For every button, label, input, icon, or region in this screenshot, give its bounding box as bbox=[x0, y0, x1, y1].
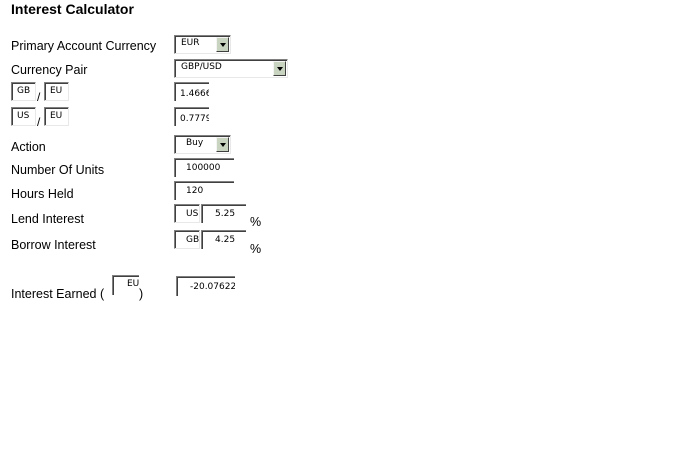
action-label: Action bbox=[11, 140, 46, 154]
lend-percent-sign: % bbox=[250, 215, 262, 229]
earned-currency-field[interactable]: EU bbox=[112, 275, 139, 295]
action-select[interactable]: Buy bbox=[174, 135, 231, 154]
lend-interest-label: Lend Interest bbox=[11, 212, 84, 226]
chevron-down-icon[interactable] bbox=[216, 37, 229, 52]
borrow-percent-sign: % bbox=[250, 242, 262, 256]
units-value: 100000 bbox=[186, 163, 221, 173]
rate2-base-currency-value: US bbox=[17, 111, 30, 121]
lend-rate-value: 5.25 bbox=[215, 209, 236, 219]
rate1-base-currency-field[interactable]: GB bbox=[11, 82, 36, 101]
rate1-value: 1.4666 bbox=[180, 89, 209, 99]
borrow-interest-label: Borrow Interest bbox=[11, 238, 96, 252]
borrow-currency-value: GB bbox=[186, 235, 200, 245]
lend-rate-input[interactable]: 5.25 bbox=[201, 204, 246, 223]
rate2-value: 0.7779 bbox=[180, 114, 209, 124]
rate2-base-currency-field[interactable]: US bbox=[11, 107, 36, 126]
earned-currency-value: EU bbox=[127, 279, 139, 289]
interest-earned-value: -20.07622 bbox=[190, 282, 235, 292]
primary-currency-select[interactable]: EUR bbox=[174, 35, 231, 54]
action-value: Buy bbox=[186, 138, 204, 148]
rate2-quote-currency-field[interactable]: EU bbox=[44, 107, 69, 126]
rate1-quote-currency-value: EU bbox=[50, 86, 63, 96]
page-title: Interest Calculator bbox=[11, 1, 134, 17]
chevron-down-icon[interactable] bbox=[273, 61, 286, 76]
rate2-value-field[interactable]: 0.7779 bbox=[174, 107, 209, 126]
hours-value: 120 bbox=[186, 186, 204, 196]
primary-currency-value: EUR bbox=[181, 38, 200, 48]
lend-currency-field[interactable]: US bbox=[174, 204, 200, 223]
units-label: Number Of Units bbox=[11, 163, 105, 177]
lend-currency-value: US bbox=[186, 209, 199, 219]
currency-pair-value: GBP/USD bbox=[181, 62, 222, 72]
rate1-separator: / bbox=[37, 90, 41, 104]
units-input[interactable]: 100000 bbox=[174, 158, 234, 177]
chevron-down-icon[interactable] bbox=[216, 137, 229, 152]
interest-earned-close-paren: ) bbox=[139, 287, 144, 301]
primary-currency-label: Primary Account Currency bbox=[11, 39, 157, 53]
interest-earned-label: Interest Earned ( bbox=[11, 287, 105, 301]
rate2-separator: / bbox=[37, 115, 41, 129]
interest-earned-output[interactable]: -20.07622 bbox=[176, 276, 235, 296]
borrow-rate-input[interactable]: 4.25 bbox=[201, 230, 246, 249]
hours-input[interactable]: 120 bbox=[174, 181, 234, 200]
borrow-currency-field[interactable]: GB bbox=[174, 230, 200, 249]
rate1-base-currency-value: GB bbox=[17, 86, 31, 96]
currency-pair-select[interactable]: GBP/USD bbox=[174, 59, 288, 78]
rate2-quote-currency-value: EU bbox=[50, 111, 63, 121]
hours-label: Hours Held bbox=[11, 187, 74, 201]
borrow-rate-value: 4.25 bbox=[215, 235, 236, 245]
currency-pair-label: Currency Pair bbox=[11, 63, 88, 77]
rate1-quote-currency-field[interactable]: EU bbox=[44, 82, 69, 101]
rate1-value-field[interactable]: 1.4666 bbox=[174, 82, 209, 101]
